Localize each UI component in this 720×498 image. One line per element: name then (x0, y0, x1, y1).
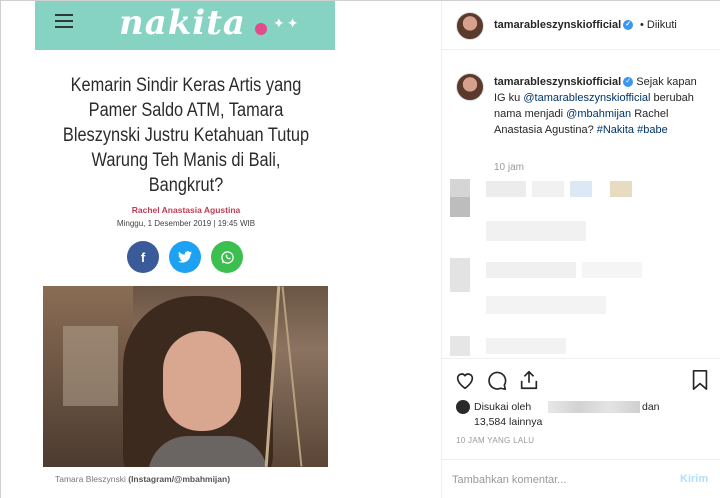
menu-icon[interactable] (55, 14, 73, 28)
post-comment-button[interactable]: Kirim (680, 473, 708, 485)
verified-icon: ✓ (623, 20, 634, 31)
article-headline: Kemarin Sindir Keras Artis yang Pamer Sa… (62, 75, 310, 196)
heart-icon[interactable] (454, 369, 476, 391)
share-icon[interactable] (518, 369, 540, 391)
facebook-icon: f (140, 249, 146, 265)
likes-count[interactable]: 13,584 lainnya (474, 416, 542, 428)
bookmark-icon[interactable] (690, 369, 710, 391)
site-header: nakita ✦✦ (35, 1, 335, 50)
liker-avatar[interactable] (456, 400, 470, 414)
mention-link[interactable]: @tamarableszynskiofficial (523, 92, 650, 104)
article-date: Minggu, 1 Desember 2019 | 19:45 WIB (116, 219, 256, 228)
add-comment-bar: Kirim (442, 459, 720, 498)
blurred-comments (442, 176, 720, 358)
verified-icon: ✓ (623, 77, 634, 88)
instagram-panel: tamarableszynskiofficial ✓ • Diikuti tama… (441, 1, 720, 498)
add-comment-input[interactable] (452, 468, 672, 492)
comment-username[interactable]: tamarableszynskiofficial (494, 76, 621, 88)
comment-time: 10 jam (494, 162, 525, 173)
site-logo[interactable]: nakita (119, 3, 246, 43)
twitter-icon (178, 251, 192, 263)
comment-icon[interactable] (486, 369, 508, 391)
liked-by-and: dan (642, 401, 660, 413)
blurred-liker-name (548, 401, 640, 413)
whatsapp-icon (220, 250, 234, 264)
mention-link[interactable]: @mbahmijan (566, 108, 631, 120)
avatar[interactable] (456, 12, 484, 40)
post-actions: Disukai oleh dan 13,584 lainnya 10 JAM Y… (442, 358, 720, 458)
twitter-share-button[interactable] (169, 241, 201, 273)
logo-dot-icon (255, 23, 267, 35)
avatar[interactable] (456, 73, 484, 101)
follow-status[interactable]: • Diikuti (640, 19, 677, 31)
article-photo (43, 286, 328, 467)
liked-by-text: Disukai oleh (474, 401, 532, 413)
photo-caption: Tamara Bleszynski (Instagram/@mbahmijan) (55, 474, 231, 484)
kids-figures-icon: ✦✦ (273, 15, 301, 31)
facebook-share-button[interactable]: f (127, 241, 159, 273)
article-author[interactable]: Rachel Anastasia Agustina (41, 205, 331, 215)
hashtag-link[interactable]: #babe (637, 124, 668, 136)
article-panel: nakita ✦✦ Kemarin Sindir Keras Artis yan… (1, 1, 441, 498)
post-username[interactable]: tamarableszynskiofficial ✓ (494, 19, 634, 31)
hashtag-link[interactable]: #Nakita (597, 124, 634, 136)
whatsapp-share-button[interactable] (211, 241, 243, 273)
post-header: tamarableszynskiofficial ✓ • Diikuti (442, 1, 720, 50)
comment-text: tamarableszynskiofficial ✓ Sejak kapan IG… (494, 76, 697, 136)
post-timestamp: 10 JAM YANG LALU (456, 436, 535, 445)
screenshot-frame: nakita ✦✦ Kemarin Sindir Keras Artis yan… (0, 0, 720, 498)
